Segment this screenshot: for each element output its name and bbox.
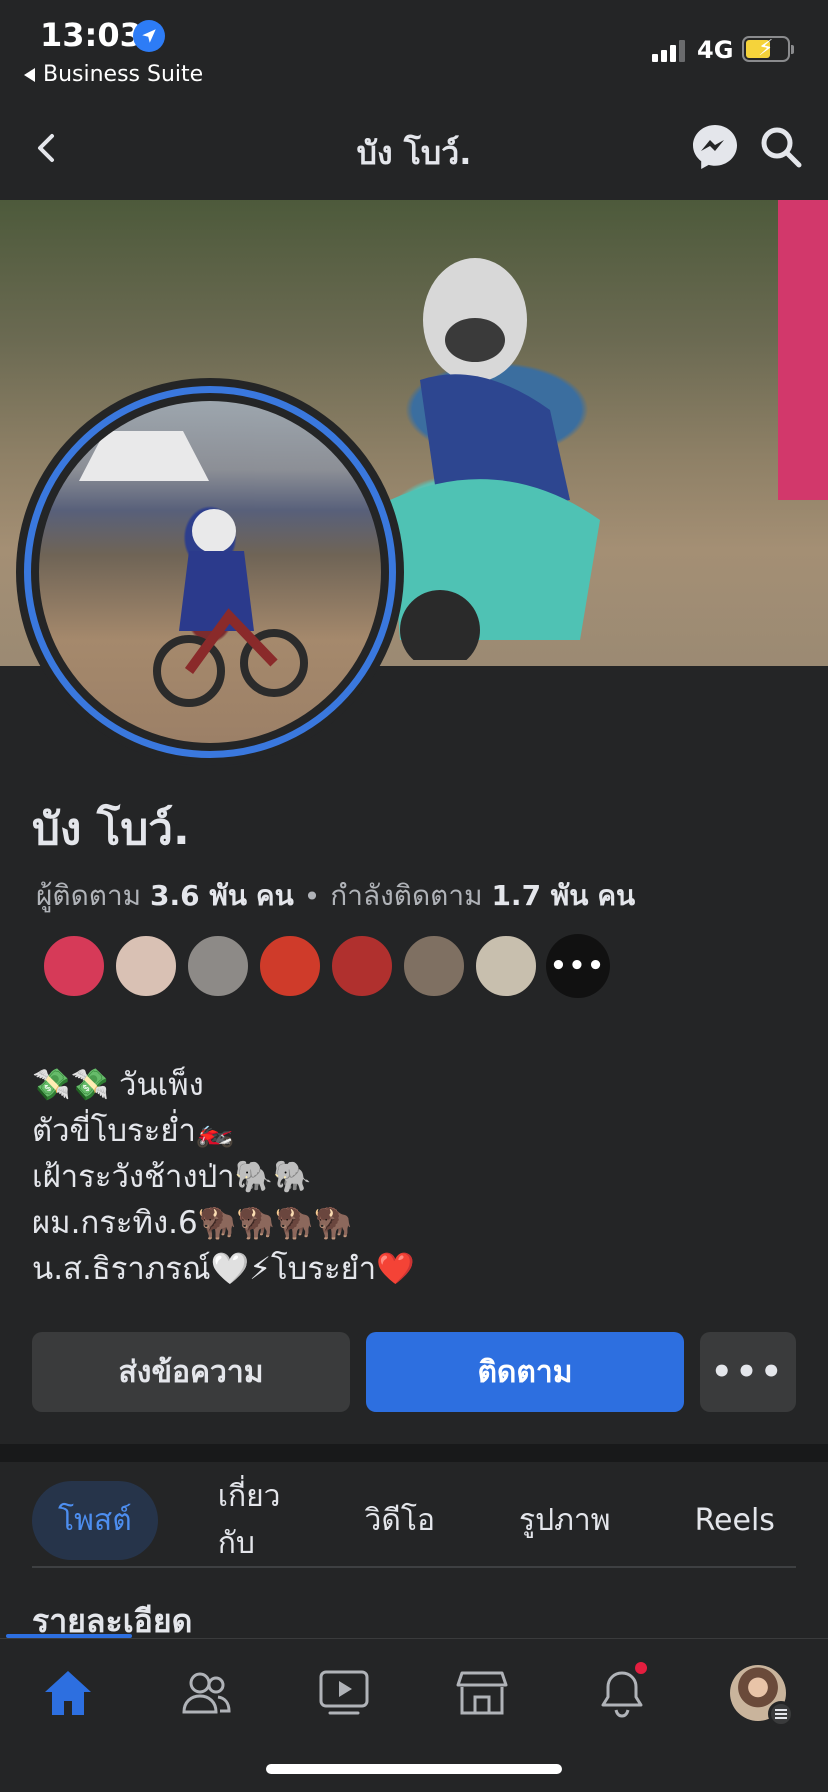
status-bar: 13:03 Business Suite 4G ⚡ [0,0,828,96]
bio-line: ผม.กระทิง.6🦬🦬🦬🦬 [32,1205,353,1241]
mutual-friends-row: ••• [42,934,610,998]
friend-avatar[interactable] [330,934,394,998]
following-label: กำลังติดตาม [330,879,483,912]
stats-separator: • [303,879,321,913]
profile-avatar[interactable] [16,378,404,766]
followers-count: 3.6 พัน [150,879,247,912]
followers-unit: คน [255,879,294,912]
followers-label: ผู้ติดตาม [36,879,142,912]
avatar-photo [39,401,381,743]
friend-avatar[interactable] [402,934,466,998]
nav-home[interactable] [38,1663,98,1723]
message-button[interactable]: ส่งข้อความ [32,1332,350,1412]
tab-reels[interactable]: Reels [671,1487,799,1554]
profile-name: บัง โบว์. [32,804,190,855]
profile-screen: 13:03 Business Suite 4G ⚡ บัง โบว์. บัง … [0,0,828,1792]
avatar [730,1665,794,1727]
follow-stats: ผู้ติดตาม 3.6 พัน คน • กำลังติดตาม 1.7 พ… [36,874,635,918]
friend-avatar[interactable] [114,934,178,998]
signal-strength-icon [652,38,685,62]
watch-icon [319,1670,369,1715]
back-app-label: Business Suite [43,62,204,87]
friends-icon [182,1672,231,1714]
location-arrow-icon [133,20,165,52]
profile-bio: 💸💸 วันเพ็ง ตัวขี่โบระย่ำ🏍️ เฝ้าระวังช้าง… [32,1062,415,1292]
friend-avatar[interactable] [258,934,322,998]
friend-avatar[interactable] [186,934,250,998]
nav-notifications[interactable] [592,1659,652,1723]
nav-marketplace[interactable] [452,1663,512,1723]
battery-charging-icon: ⚡ [742,36,794,62]
menu-icon [768,1701,794,1727]
more-friends-button[interactable]: ••• [546,934,610,998]
bio-line: 💸💸 วันเพ็ง [32,1067,204,1103]
messenger-button[interactable] [690,122,740,172]
tab-photos[interactable]: รูปภาพ [495,1481,635,1560]
friend-avatar[interactable] [474,934,538,998]
bio-line: เฝ้าระวังช้างป่า🐘🐘 [32,1159,312,1195]
nav-friends[interactable] [176,1663,236,1723]
cover-flag-banner [778,200,828,500]
following-count: 1.7 พัน [491,879,589,912]
tab-about[interactable]: เกี่ยวกับ [194,1457,305,1583]
profile-actions: ส่งข้อความ ติดตาม ••• [32,1332,796,1412]
friend-avatar[interactable] [42,934,106,998]
tabs-divider [32,1566,796,1568]
cover-rider-image [390,258,600,660]
search-icon [761,127,802,168]
followers-stat[interactable]: ผู้ติดตาม 3.6 พัน คน [36,874,294,918]
tab-videos[interactable]: วิดีโอ [341,1481,459,1560]
more-options-button[interactable]: ••• [700,1332,796,1412]
bio-line: ตัวขี่โบระย่ำ🏍️ [32,1113,235,1149]
notification-badge [632,1659,650,1677]
status-time: 13:03 [40,16,142,54]
marketplace-icon [456,1671,508,1715]
nav-watch[interactable] [314,1663,374,1723]
follow-button[interactable]: ติดตาม [366,1332,684,1412]
home-icon [45,1671,91,1715]
following-unit: คน [597,879,636,912]
page-header: บัง โบว์. [0,100,828,196]
search-button[interactable] [758,124,804,170]
home-indicator[interactable] [266,1764,562,1774]
nav-profile-menu[interactable] [728,1663,794,1727]
following-stat[interactable]: กำลังติดตาม 1.7 พัน คน [330,874,635,918]
network-type: 4G [697,36,734,64]
back-triangle-icon [24,67,35,82]
bio-line: น.ส.ธิราภรณ์🤍⚡โบระยำ❤️ [32,1251,415,1287]
section-divider [0,1444,828,1462]
profile-tabs: โพสต์ เกี่ยวกับ วิดีโอ รูปภาพ Reels [32,1476,796,1564]
tab-posts[interactable]: โพสต์ [32,1480,158,1560]
back-to-app-link[interactable]: Business Suite [24,62,203,87]
messenger-icon [693,125,737,169]
